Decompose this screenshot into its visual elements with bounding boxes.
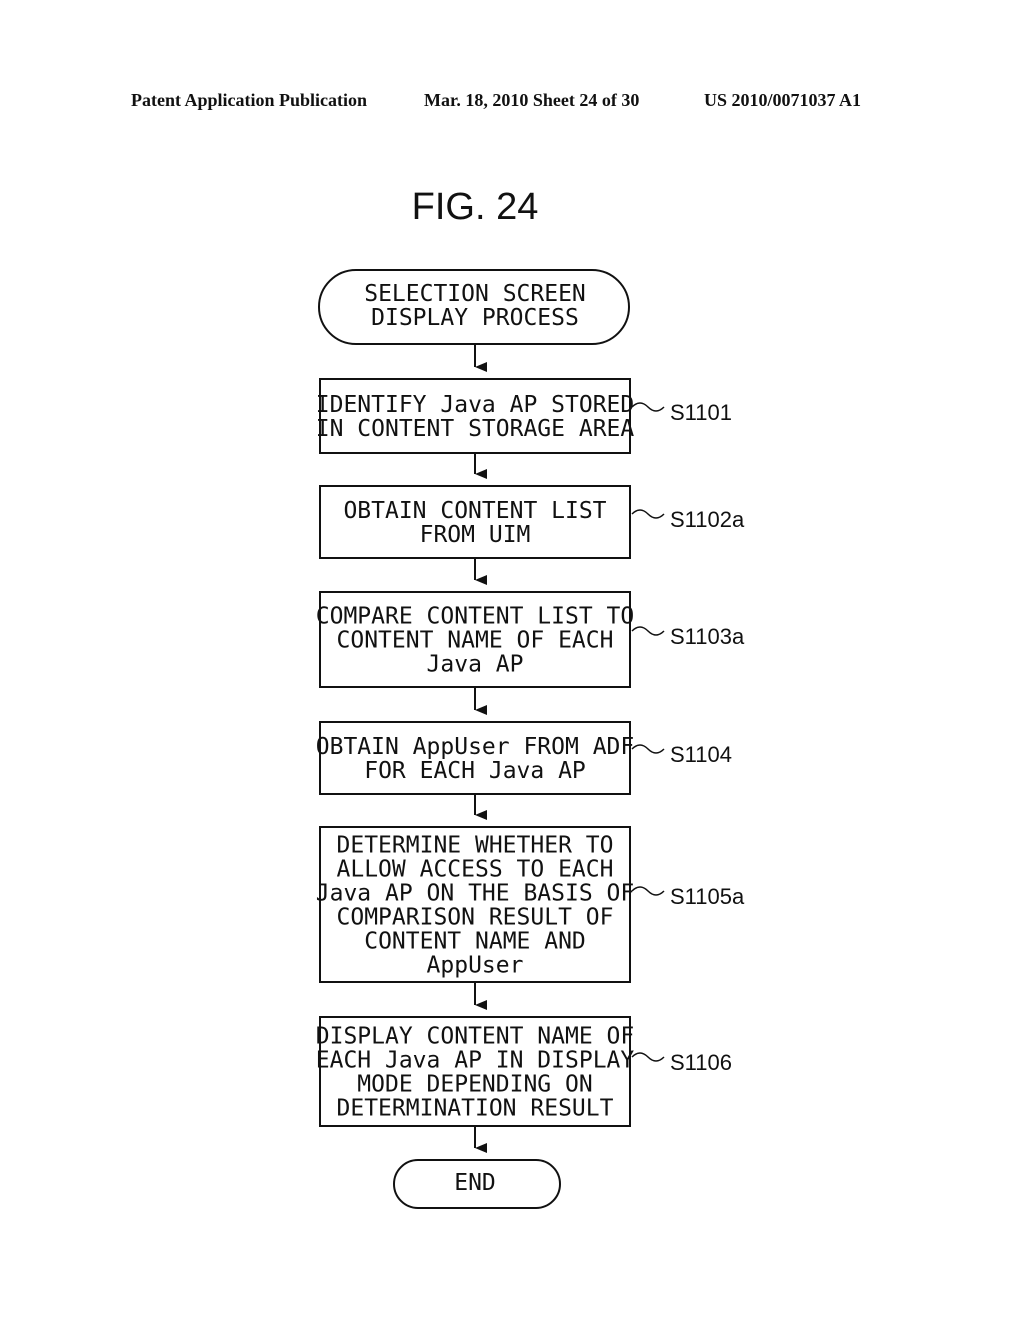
process-step-s1103a: COMPARE CONTENT LIST TOCONTENT NAME OF E… (316, 591, 745, 688)
leader-line (631, 744, 665, 754)
end-text-line: END (454, 1170, 496, 1196)
process-text-line: Java AP (427, 652, 524, 678)
process-text-line: COMPARE CONTENT LIST TO (316, 604, 635, 630)
flowchart: SELECTION SCREENDISPLAY PROCESS IDENTIFY … (316, 269, 745, 1209)
leader-line (631, 886, 665, 896)
process-text-line: DISPLAY CONTENT NAME OF (316, 1024, 635, 1050)
leader-line (631, 402, 665, 412)
process-step-s1101: IDENTIFY Java AP STOREDIN CONTENT STORAG… (316, 378, 732, 454)
step-label: S1101 (670, 400, 732, 425)
leader-line (631, 626, 665, 636)
process-text-line: IN CONTENT STORAGE AREA (316, 416, 635, 442)
start-text-line: DISPLAY PROCESS (371, 305, 579, 331)
process-text-line: OBTAIN AppUser FROM ADF (316, 734, 635, 760)
process-text-line: FOR EACH Java AP (364, 758, 586, 784)
process-text-line: CONTENT NAME OF EACH (337, 628, 614, 654)
start-terminator: SELECTION SCREENDISPLAY PROCESS (318, 269, 630, 345)
process-text-line: Java AP ON THE BASIS OF (316, 881, 635, 907)
start-text-line: SELECTION SCREEN (364, 281, 586, 307)
process-text-line: EACH Java AP IN DISPLAY (316, 1048, 635, 1074)
end-terminator: END (393, 1159, 561, 1209)
process-text-line: FROM UIM (420, 522, 531, 548)
process-text-line: MODE DEPENDING ON (357, 1072, 592, 1098)
step-label: S1105a (670, 884, 745, 909)
process-text-line: COMPARISON RESULT OF (337, 905, 614, 931)
process-step-s1106: DISPLAY CONTENT NAME OFEACH Java AP IN D… (316, 1016, 732, 1127)
leader-line (631, 509, 665, 519)
process-text-line: AppUser (427, 953, 524, 979)
process-text-line: DETERMINE WHETHER TO (337, 833, 614, 859)
process-step-s1105a: DETERMINE WHETHER TOALLOW ACCESS TO EACH… (316, 826, 745, 983)
step-label: S1104 (670, 742, 732, 767)
process-text-line: IDENTIFY Java AP STORED (316, 392, 635, 418)
process-text-line: ALLOW ACCESS TO EACH (337, 857, 614, 883)
process-text-line: OBTAIN CONTENT LIST (343, 498, 606, 524)
process-step-s1104: OBTAIN AppUser FROM ADFFOR EACH Java AP S… (316, 721, 732, 795)
step-label: S1103a (670, 624, 745, 649)
leader-line (631, 1052, 665, 1062)
process-text-line: DETERMINATION RESULT (337, 1096, 614, 1122)
process-step-s1102a: OBTAIN CONTENT LISTFROM UIM S1102a (319, 485, 745, 559)
step-label: S1102a (670, 507, 745, 532)
step-label: S1106 (670, 1050, 732, 1075)
process-text-line: CONTENT NAME AND (364, 929, 586, 955)
